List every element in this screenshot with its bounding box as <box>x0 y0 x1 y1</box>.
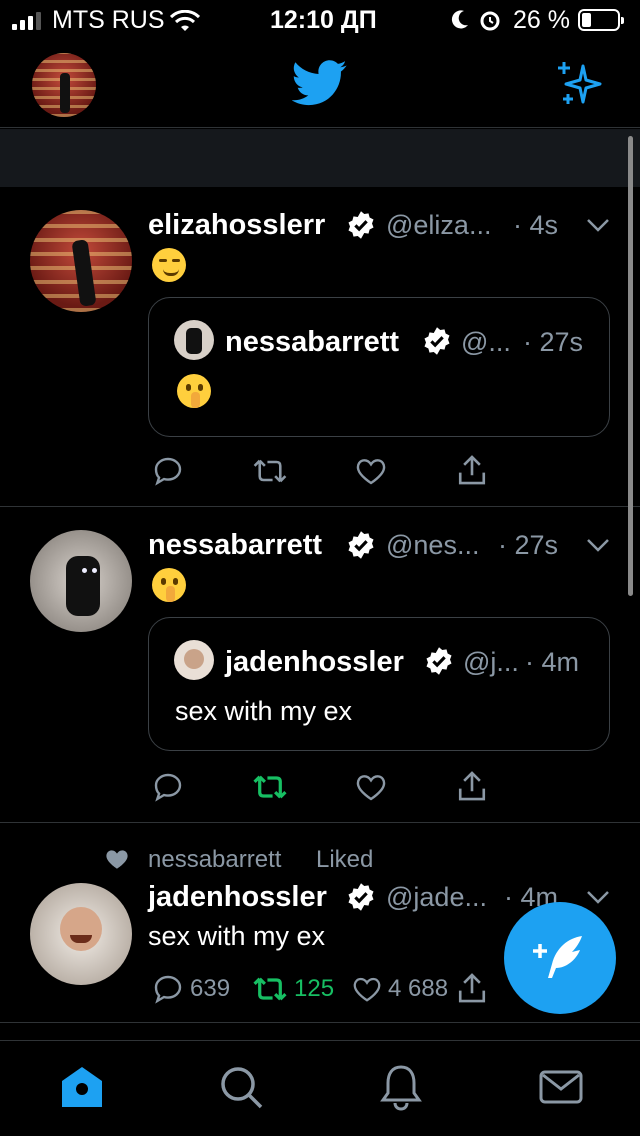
retweet-icon-active[interactable] <box>252 973 288 1005</box>
social-context-name[interactable]: nessabarrett <box>148 846 281 874</box>
signal-strength-icon <box>12 12 41 30</box>
moon-icon <box>451 10 468 29</box>
share-icon[interactable] <box>456 769 488 803</box>
like-heart-icon[interactable] <box>355 771 387 803</box>
quoted-author-handle: @... <box>461 327 511 357</box>
author-handle: @nes... <box>386 530 480 560</box>
compose-feather-icon <box>533 936 582 978</box>
author-name[interactable]: elizahosslerr <box>148 209 325 242</box>
avatar[interactable] <box>30 210 132 312</box>
timeline-header-strip <box>0 129 640 187</box>
scrollbar[interactable] <box>628 136 633 596</box>
author-name[interactable]: nessabarrett <box>148 529 322 562</box>
quoted-tweet-timestamp: · 4m <box>525 647 579 677</box>
reply-icon[interactable] <box>152 771 184 803</box>
search-icon[interactable] <box>217 1063 265 1111</box>
quoted-tweet[interactable]: jadenhossler @j... · 4m sex with my ex <box>148 617 610 751</box>
like-heart-icon[interactable] <box>352 973 382 1005</box>
quoted-tweet-text: sex with my ex <box>175 696 353 726</box>
tweet[interactable]: elizahosslerr @eliza... · 4s nessabarret… <box>0 187 640 507</box>
reply-action[interactable]: 639 <box>152 973 230 1005</box>
retweet-icon[interactable] <box>252 455 288 487</box>
top-navigation-bar <box>0 40 640 128</box>
retweet-icon-active[interactable] <box>252 771 288 803</box>
tweet[interactable]: nessabarrett @nes... · 27s jadenhossler … <box>0 507 640 823</box>
quoted-author-avatar <box>174 320 214 360</box>
author-handle: @jade... <box>386 882 487 912</box>
status-bar: MTS RUS 12:10 ДП 26 % <box>0 0 640 40</box>
author-handle: @eliza... <box>386 210 492 240</box>
social-context-action: Liked <box>316 846 374 873</box>
clock-time: 12:10 ДП <box>270 6 377 34</box>
twitter-bird-icon[interactable] <box>292 60 348 106</box>
liked-heart-icon <box>106 850 128 869</box>
battery-percent: 26 % <box>513 6 570 34</box>
bottom-tab-bar <box>0 1040 640 1136</box>
share-icon[interactable] <box>456 453 488 487</box>
tweet-text: sex with my ex <box>148 921 326 951</box>
notifications-bell-icon[interactable] <box>377 1063 425 1111</box>
verified-badge-icon <box>426 647 452 675</box>
verified-badge-icon <box>424 327 450 355</box>
home-icon[interactable] <box>58 1063 106 1111</box>
tweet-timestamp: · 27s <box>498 530 559 560</box>
carrier-label: MTS RUS <box>52 6 165 34</box>
messages-mail-icon[interactable] <box>537 1063 585 1111</box>
compose-tweet-button[interactable] <box>504 902 616 1014</box>
reply-icon[interactable] <box>152 973 184 1005</box>
quoted-tweet[interactable]: nessabarrett @... · 27s <box>148 297 610 437</box>
profile-avatar-button[interactable] <box>32 53 96 117</box>
battery-icon <box>578 9 624 31</box>
quoted-author-handle: @j... <box>463 647 519 677</box>
smirking-face-emoji <box>152 248 186 282</box>
chevron-down-icon[interactable] <box>586 217 610 233</box>
chevron-down-icon[interactable] <box>586 537 610 553</box>
retweet-count: 125 <box>294 975 335 1002</box>
shushing-face-emoji <box>152 568 186 602</box>
reply-count: 639 <box>190 975 231 1002</box>
author-name[interactable]: jadenhossler <box>148 881 327 914</box>
sparkle-icon[interactable] <box>555 60 605 108</box>
shushing-face-emoji <box>177 374 211 408</box>
reply-icon[interactable] <box>152 455 184 487</box>
verified-badge-icon <box>348 531 374 559</box>
like-action[interactable]: 4 688 <box>352 973 448 1005</box>
verified-badge-icon <box>348 883 374 911</box>
verified-badge-icon <box>348 211 374 239</box>
chevron-down-icon[interactable] <box>586 889 610 905</box>
wifi-icon <box>170 10 200 31</box>
avatar[interactable] <box>30 530 132 632</box>
alarm-icon <box>480 11 500 31</box>
quoted-author-name: nessabarrett <box>225 326 400 358</box>
like-count: 4 688 <box>388 975 449 1002</box>
share-icon[interactable] <box>456 971 488 1005</box>
quoted-author-name: jadenhossler <box>225 646 404 678</box>
like-heart-icon[interactable] <box>355 455 387 487</box>
tweet-timestamp: · 4s <box>513 210 559 240</box>
retweet-action[interactable]: 125 <box>252 973 334 1005</box>
quoted-author-avatar <box>174 640 214 680</box>
quoted-tweet-timestamp: · 27s <box>523 327 584 357</box>
avatar[interactable] <box>30 883 132 985</box>
